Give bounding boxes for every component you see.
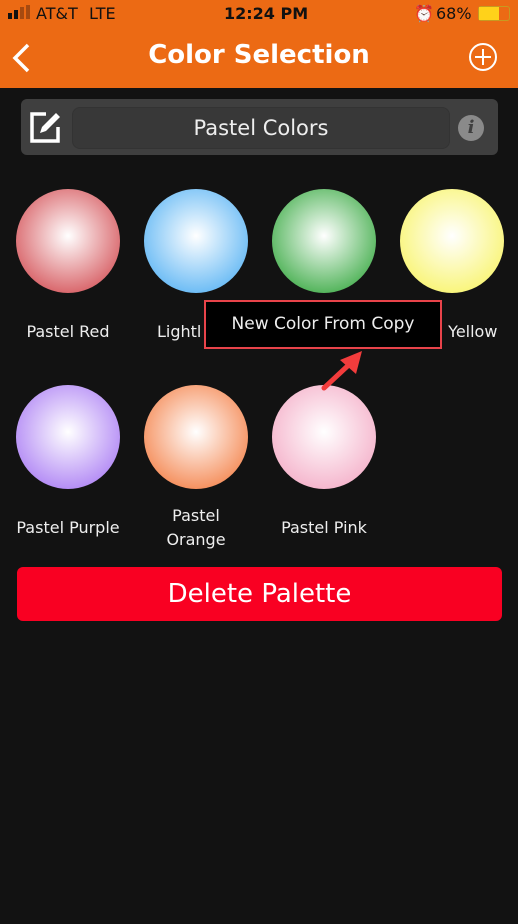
info-icon[interactable]: i — [458, 115, 484, 141]
nav-header: AT&T LTE 12:24 PM ⏰ 68% Color Selection — [0, 0, 518, 88]
color-swatch[interactable] — [272, 385, 376, 489]
color-label: . Yellow — [438, 322, 498, 341]
palette-bar: Pastel Colors i — [21, 99, 498, 155]
color-label: Pastel Purple — [16, 518, 120, 537]
add-color-button[interactable] — [468, 42, 498, 76]
plus-circle-icon — [469, 43, 497, 71]
battery-percent: 68% — [436, 4, 472, 23]
clock: 12:24 PM — [224, 4, 309, 23]
edit-palette-button[interactable] — [28, 109, 62, 149]
color-swatch[interactable] — [272, 189, 376, 293]
battery-icon — [478, 6, 510, 21]
palette-name-field[interactable]: Pastel Colors — [72, 107, 450, 149]
color-swatch[interactable] — [144, 385, 248, 489]
carrier: AT&T — [36, 4, 78, 23]
color-label: Pastel Red — [26, 322, 110, 341]
network: LTE — [89, 4, 116, 23]
color-label: Pastel Orange — [166, 506, 226, 549]
edit-icon — [30, 112, 60, 143]
color-label: Pastel Pink — [281, 518, 367, 537]
new-color-from-copy-menu-item[interactable]: New Color From Copy — [204, 300, 442, 349]
alarm-icon: ⏰ — [414, 4, 434, 23]
color-swatch[interactable] — [16, 385, 120, 489]
annotation-arrow-icon — [321, 351, 362, 391]
signal-icon — [8, 4, 34, 23]
page-title: Color Selection — [148, 40, 370, 70]
delete-palette-button[interactable]: Delete Palette — [17, 567, 502, 621]
color-swatch[interactable] — [16, 189, 120, 293]
color-swatch[interactable] — [400, 189, 504, 293]
color-swatch[interactable] — [144, 189, 248, 293]
